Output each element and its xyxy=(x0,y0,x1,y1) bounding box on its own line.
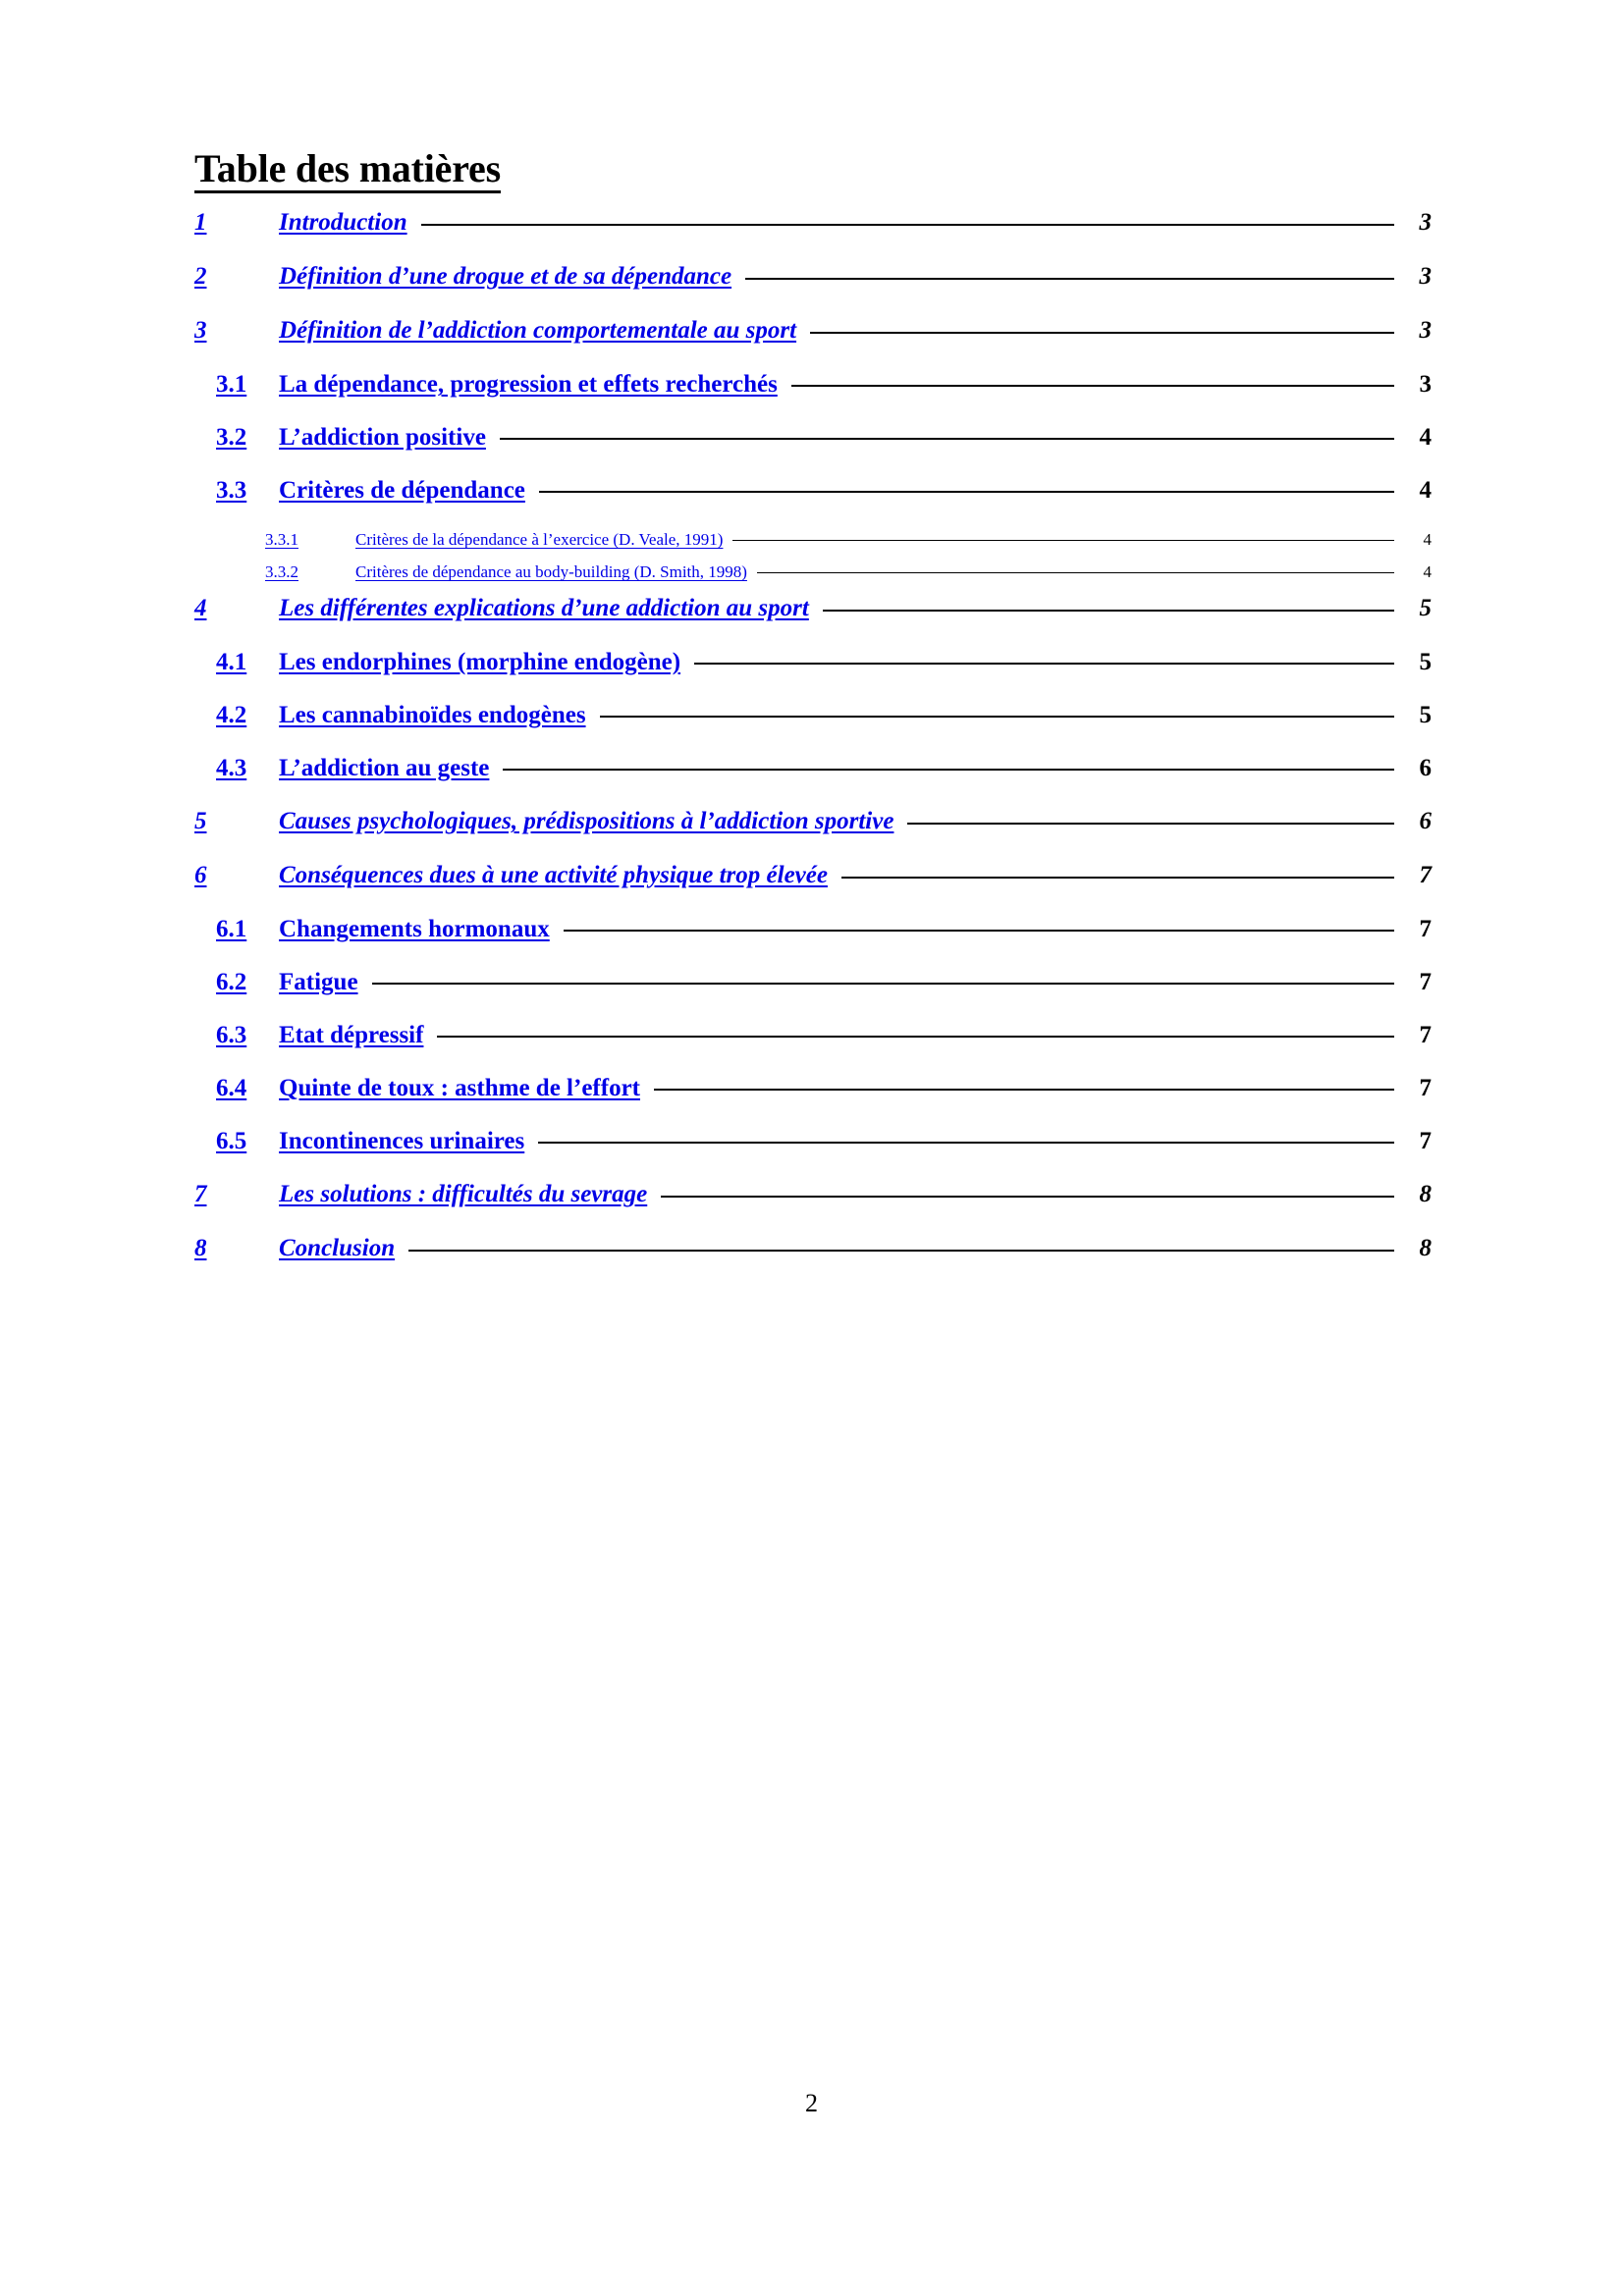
toc-entry-6[interactable]: 6 Conséquences dues à une activité physiq… xyxy=(194,862,1432,916)
toc-entry-label: Conséquences dues à une activité physiqu… xyxy=(279,862,828,889)
toc-entry-number: 4.3 xyxy=(216,755,247,782)
toc-entry-2[interactable]: 2 Définition d’une drogue et de sa dépend… xyxy=(194,263,1432,317)
toc-entry-page-number: 3 xyxy=(1419,317,1433,345)
toc-entry-label: Introduction xyxy=(279,209,407,237)
toc-entry-page-number: 7 xyxy=(1419,969,1433,996)
toc-entry-8[interactable]: 8 Conclusion 8 xyxy=(194,1235,1432,1289)
toc-entry-3[interactable]: 3 Définition de l’addiction comportementa… xyxy=(194,317,1432,371)
toc-entry-page-number: 4 xyxy=(1419,477,1433,505)
toc-entry-4[interactable]: 4 Les différentes explications d’une addi… xyxy=(194,595,1432,649)
toc-entry-label: L’addiction au geste xyxy=(279,755,490,782)
toc-entry-page-number: 3 xyxy=(1419,209,1433,237)
toc-entry-page-number: 4 xyxy=(1419,424,1433,452)
toc-entry-3-2[interactable]: 3.2 L’addiction positive 4 xyxy=(194,424,1432,477)
toc-entry-label: Les cannabinoïdes endogènes xyxy=(279,702,586,729)
toc-entry-6-3[interactable]: 6.3 Etat dépressif 7 xyxy=(194,1022,1432,1075)
toc-entry-page-number: 5 xyxy=(1419,595,1433,622)
toc-entry-number: 1 xyxy=(194,209,207,237)
toc-entry-3-3[interactable]: 3.3 Critères de dépendance 4 xyxy=(194,477,1432,530)
toc-entry-label: Quinte de toux : asthme de l’effort xyxy=(279,1075,640,1102)
toc-entry-number: 6.3 xyxy=(216,1022,247,1049)
toc-entry-4-3[interactable]: 4.3 L’addiction au geste 6 xyxy=(194,755,1432,808)
toc-entry-7[interactable]: 7 Les solutions : difficultés du sevrage 8 xyxy=(194,1181,1432,1235)
toc-entry-label: Conclusion xyxy=(279,1235,396,1262)
toc-entry-number: 7 xyxy=(194,1181,207,1208)
toc-entry-number: 4.2 xyxy=(216,702,247,729)
toc-entry-number: 6.2 xyxy=(216,969,247,996)
toc-container: Table des matières 1 Introduction 3 2 Défini… xyxy=(194,147,1432,1289)
toc-entry-number: 3.2 xyxy=(216,424,247,452)
toc-entry-number: 6.5 xyxy=(216,1128,247,1155)
toc-entry-label: Incontinences urinaires xyxy=(279,1128,525,1155)
toc-entry-number: 6.4 xyxy=(216,1075,247,1102)
toc-entry-label: Les solutions : difficultés du sevrage xyxy=(279,1181,648,1208)
toc-entry-number: 8 xyxy=(194,1235,207,1262)
toc-entry-page-number: 8 xyxy=(1419,1181,1433,1208)
toc-entry-number: 2 xyxy=(194,263,207,291)
toc-entry-page-number: 7 xyxy=(1419,1128,1433,1155)
toc-entry-label: Critères de dépendance au body-building … xyxy=(355,562,747,582)
toc-entry-page-number: 3 xyxy=(1419,371,1433,399)
toc-entry-3-1[interactable]: 3.1 La dépendance, progression et effets … xyxy=(194,371,1432,424)
toc-entry-label: Critères de la dépendance à l’exercice (… xyxy=(355,530,724,550)
toc-entry-label: Définition d’une drogue et de sa dépenda… xyxy=(279,263,732,291)
toc-entry-3-3-1[interactable]: 3.3.1 Critères de la dépendance à l’exerc… xyxy=(194,530,1432,562)
toc-entry-6-2[interactable]: 6.2 Fatigue 7 xyxy=(194,969,1432,1022)
toc-entry-number: 3.3.2 xyxy=(265,562,298,582)
toc-entry-page-number: 6 xyxy=(1419,755,1433,782)
toc-entry-page-number: 6 xyxy=(1419,808,1433,835)
toc-entry-6-1[interactable]: 6.1 Changements hormonaux 7 xyxy=(194,916,1432,969)
toc-entry-number: 4.1 xyxy=(216,649,247,676)
toc-entry-4-2[interactable]: 4.2 Les cannabinoïdes endogènes 5 xyxy=(194,702,1432,755)
toc-entry-3-3-2[interactable]: 3.3.2 Critères de dépendance au body-buil… xyxy=(194,562,1432,595)
toc-entry-1[interactable]: 1 Introduction 3 xyxy=(194,209,1432,263)
toc-entry-page-number: 7 xyxy=(1419,1022,1433,1049)
toc-entry-number: 3.3.1 xyxy=(265,530,298,550)
toc-entry-number: 3.1 xyxy=(216,371,247,399)
toc-entry-4-1[interactable]: 4.1 Les endorphines (morphine endogène) 5 xyxy=(194,649,1432,702)
toc-entry-label: Les endorphines (morphine endogène) xyxy=(279,649,681,676)
toc-entry-label: Etat dépressif xyxy=(279,1022,424,1049)
document-page: Table des matières 1 Introduction 3 2 Défini… xyxy=(0,0,1623,2296)
toc-entry-label: Définition de l’addiction comportemental… xyxy=(279,317,797,345)
toc-entry-6-5[interactable]: 6.5 Incontinences urinaires 7 xyxy=(194,1128,1432,1181)
toc-entry-label: Causes psychologiques, prédispositions à… xyxy=(279,808,894,835)
toc-entry-page-number: 7 xyxy=(1419,862,1433,889)
toc-entry-page-number: 5 xyxy=(1419,649,1433,676)
toc-entry-page-number: 4 xyxy=(1423,562,1433,582)
toc-entry-page-number: 5 xyxy=(1419,702,1433,729)
page-title: Table des matières xyxy=(194,147,501,194)
footer-page-number: 2 xyxy=(805,2089,818,2117)
toc-entry-number: 3 xyxy=(194,317,207,345)
table-of-contents-list: 1 Introduction 3 2 Définition d’une drogue e… xyxy=(194,209,1432,1289)
toc-entry-6-4[interactable]: 6.4 Quinte de toux : asthme de l’effort 7 xyxy=(194,1075,1432,1128)
toc-entry-label: L’addiction positive xyxy=(279,424,486,452)
toc-entry-number: 6 xyxy=(194,862,207,889)
toc-entry-page-number: 7 xyxy=(1419,1075,1433,1102)
toc-entry-page-number: 8 xyxy=(1419,1235,1433,1262)
toc-entry-label: Changements hormonaux xyxy=(279,916,550,943)
toc-entry-page-number: 3 xyxy=(1419,263,1433,291)
toc-entry-page-number: 4 xyxy=(1423,530,1433,550)
toc-entry-label: Critères de dépendance xyxy=(279,477,525,505)
toc-entry-number: 3.3 xyxy=(216,477,247,505)
toc-entry-5[interactable]: 5 Causes psychologiques, prédispositions … xyxy=(194,808,1432,862)
toc-entry-number: 4 xyxy=(194,595,207,622)
toc-entry-label: Fatigue xyxy=(279,969,358,996)
toc-entry-number: 6.1 xyxy=(216,916,247,943)
toc-entry-label: La dépendance, progression et effets rec… xyxy=(279,371,778,399)
toc-entry-number: 5 xyxy=(194,808,207,835)
toc-entry-label: Les différentes explications d’une addic… xyxy=(279,595,809,622)
toc-entry-page-number: 7 xyxy=(1419,916,1433,943)
